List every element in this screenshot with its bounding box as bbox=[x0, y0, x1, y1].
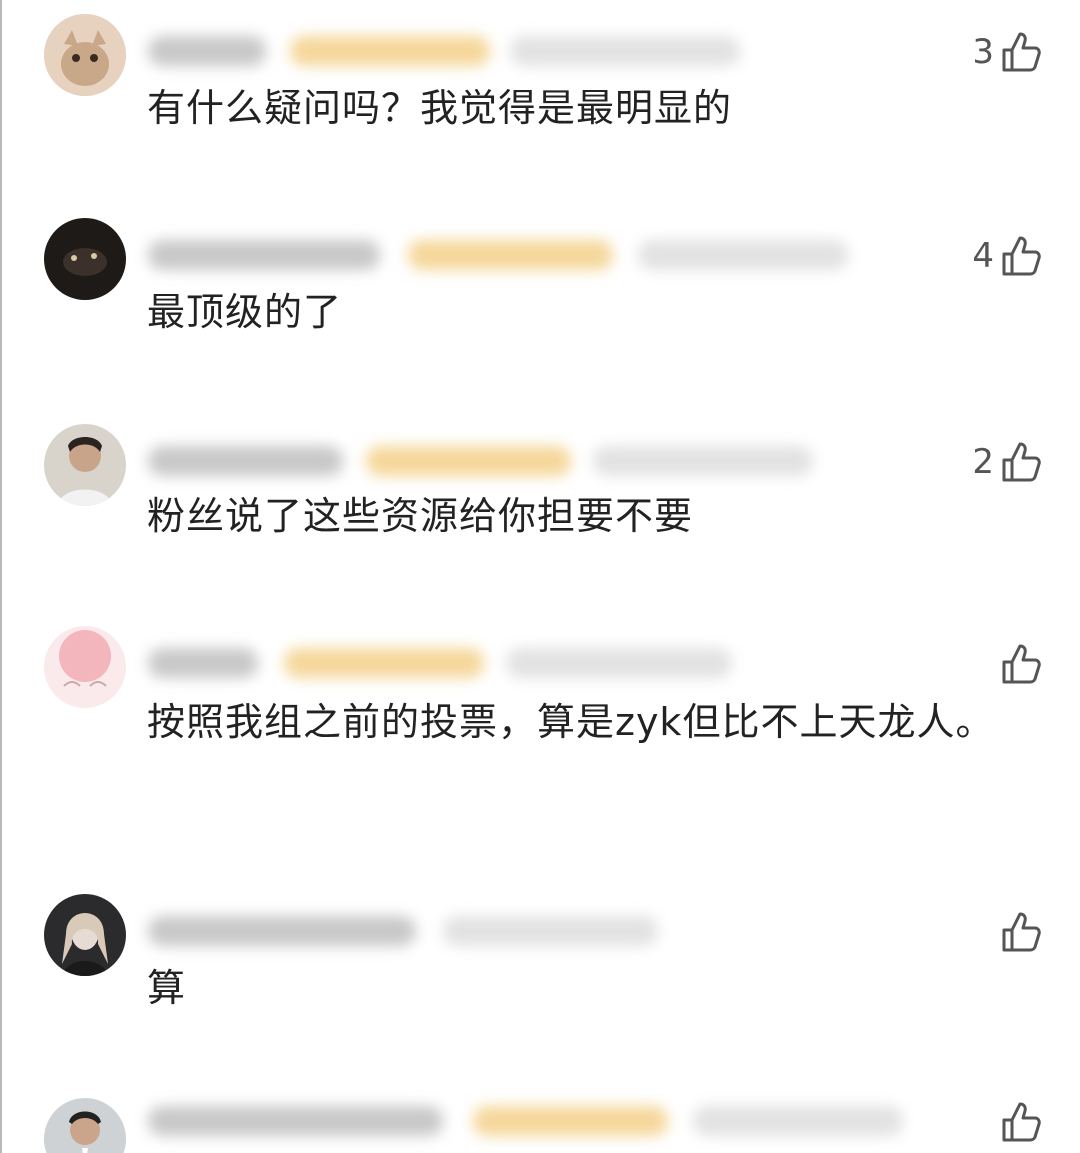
like-button[interactable] bbox=[994, 1098, 1042, 1146]
avatar-person-icon[interactable] bbox=[44, 424, 126, 506]
comment-item: 有什么疑问吗？我觉得是最明显的 3 bbox=[2, 14, 1080, 204]
comment-item bbox=[2, 1098, 1080, 1153]
comment-list: 有什么疑问吗？我觉得是最明显的 3 最顶级的了 4 粉丝说了这些资源给你担要不要… bbox=[0, 0, 1080, 1153]
like-button[interactable]: 3 bbox=[972, 28, 1042, 76]
thumbs-up-icon bbox=[998, 440, 1042, 484]
avatar-pink-icon[interactable] bbox=[44, 626, 126, 708]
comment-item: 粉丝说了这些资源给你担要不要 2 bbox=[2, 424, 1080, 614]
comment-item: 按照我组之前的投票，算是zyk但比不上天龙人。 bbox=[2, 626, 1080, 876]
avatar-portrait-icon[interactable] bbox=[44, 894, 126, 976]
comment-text: 按照我组之前的投票，算是zyk但比不上天龙人。 bbox=[147, 700, 995, 744]
like-button[interactable]: 4 bbox=[972, 232, 1042, 280]
like-count: 2 bbox=[972, 442, 994, 482]
thumbs-up-icon bbox=[998, 642, 1042, 686]
comment-text: 有什么疑问吗？我觉得是最明显的 bbox=[147, 86, 733, 130]
thumbs-up-icon bbox=[998, 234, 1042, 278]
avatar-dark-icon[interactable] bbox=[44, 218, 126, 300]
thumbs-up-icon bbox=[998, 30, 1042, 74]
thumbs-up-icon bbox=[998, 910, 1042, 954]
avatar-cat-icon[interactable] bbox=[44, 14, 126, 96]
like-count: 4 bbox=[972, 236, 994, 276]
like-button[interactable]: 2 bbox=[972, 438, 1042, 486]
like-button[interactable] bbox=[994, 908, 1042, 956]
thumbs-up-icon bbox=[998, 1100, 1042, 1144]
like-button[interactable] bbox=[994, 640, 1042, 688]
comment-text: 最顶级的了 bbox=[147, 290, 343, 334]
comment-item: 算 bbox=[2, 894, 1080, 1074]
comment-text: 粉丝说了这些资源给你担要不要 bbox=[147, 494, 694, 538]
comment-item: 最顶级的了 4 bbox=[2, 218, 1080, 408]
avatar-man-icon[interactable] bbox=[44, 1098, 126, 1153]
comment-text: 算 bbox=[147, 966, 187, 1010]
like-count: 3 bbox=[972, 32, 994, 72]
